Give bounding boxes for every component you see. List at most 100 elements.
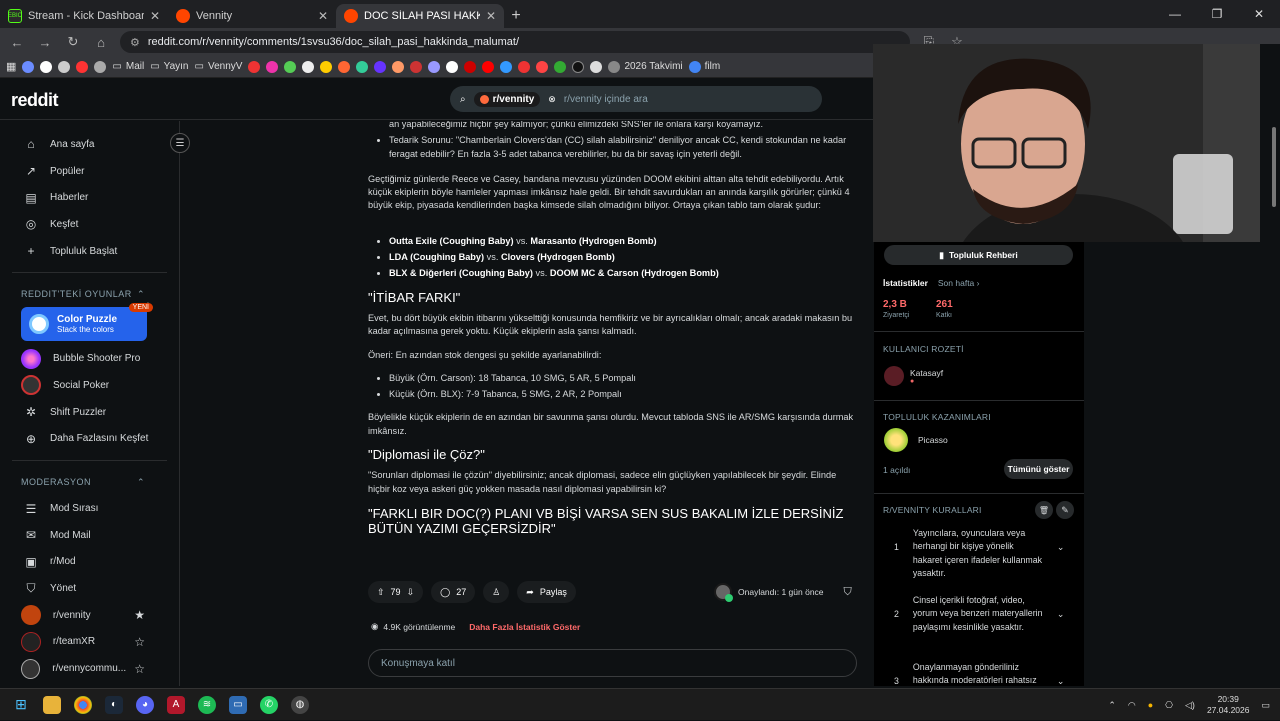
sidebar-item-explore[interactable]: ◎ Keşfet [0, 211, 179, 238]
bookmark-folder-yayin[interactable]: ▭ Yayın [150, 61, 188, 72]
bookmark-icon[interactable] [590, 60, 603, 73]
file-explorer-icon[interactable] [43, 695, 61, 714]
close-icon[interactable]: ✕ [486, 9, 496, 23]
bookmark-icon[interactable] [464, 60, 477, 73]
bookmark-icon[interactable] [40, 60, 53, 73]
star-filled-icon[interactable]: ★ [134, 608, 145, 622]
chevron-up-icon[interactable]: ⌃ [1108, 700, 1116, 711]
bookmark-icon[interactable] [428, 60, 441, 73]
star-outline-icon[interactable]: ☆ [134, 662, 145, 676]
pinterest-icon[interactable] [518, 60, 531, 73]
site-info-icon[interactable]: ⚙ [130, 36, 140, 49]
bookmark-icon[interactable] [94, 60, 107, 73]
tab-vennity[interactable]: Vennity ✕ [168, 4, 336, 28]
whatsapp-icon[interactable]: ✆ [260, 695, 278, 714]
obs-icon[interactable]: ◍ [291, 695, 309, 714]
new-tab-button[interactable]: + [504, 4, 528, 28]
sidebar-item-discover-more[interactable]: ⊕ Daha Fazlasını Keşfet [0, 426, 179, 453]
bookmark-takvim[interactable]: 2026 Takvimi [608, 60, 683, 73]
games-section-header[interactable]: REDDIT'TEKİ OYUNLAR ⌃ [0, 281, 179, 307]
page-scrollbar[interactable] [1270, 122, 1278, 692]
sidebar-item-r-vennycommunity[interactable]: r/vennycommu... ☆ [0, 655, 179, 682]
forward-icon[interactable]: → [36, 35, 54, 50]
color-puzzle-promo[interactable]: Color Puzzle Stack the colors YENİ [21, 303, 153, 342]
network-icon[interactable]: ⎔ [1165, 700, 1173, 711]
microphone-icon[interactable]: ● [1148, 700, 1153, 710]
tab-kick-dashboard[interactable]: EBIC Stream - Kick Dashboard ✕ [0, 4, 168, 28]
edit-icon[interactable]: ✎ [1056, 501, 1074, 519]
sidebar-item-r-teamxr[interactable]: r/teamXR ☆ [0, 629, 179, 656]
x-icon[interactable] [446, 60, 459, 73]
close-window-icon[interactable]: ✕ [1238, 0, 1280, 28]
bookmark-icon[interactable] [536, 60, 549, 73]
tiktok-icon[interactable] [572, 60, 585, 73]
bookmark-icon[interactable] [76, 60, 89, 73]
bookmark-icon[interactable] [374, 60, 387, 73]
home-icon[interactable]: ⌂ [92, 35, 110, 50]
subreddit-chip[interactable]: r/vennity [473, 91, 541, 107]
reddit-logo[interactable]: reddit [11, 90, 59, 111]
bookmark-icon[interactable] [338, 60, 351, 73]
close-icon[interactable]: ✕ [318, 9, 328, 23]
sidebar-item-news[interactable]: ▤ Haberler [0, 184, 179, 211]
bookmark-icon[interactable] [356, 60, 369, 73]
upvote-icon[interactable]: ⇧ [377, 587, 385, 598]
search-input[interactable]: ⌕ r/vennity ⊗ r/vennity içinde ara [450, 86, 822, 112]
bookmark-icon[interactable] [320, 60, 333, 73]
bookmark-icon[interactable] [266, 60, 279, 73]
clock[interactable]: 20:39 27.04.2026 [1207, 694, 1250, 716]
maximize-icon[interactable]: ❐ [1196, 0, 1238, 28]
show-all-button[interactable]: Tümünü göster [1004, 459, 1073, 479]
chrome-icon[interactable] [74, 695, 92, 714]
bookmark-folder-vennyv[interactable]: ▭ VennyV [195, 61, 243, 72]
sidebar-item-home[interactable]: ⌂ Ana sayfa [0, 131, 179, 158]
bookmark-icon[interactable] [410, 60, 423, 73]
scrollbar-thumb[interactable] [1272, 127, 1276, 207]
back-icon[interactable]: ← [8, 35, 26, 50]
clear-chip-icon[interactable]: ⊗ [548, 94, 556, 105]
bookmark-film[interactable]: film [688, 60, 720, 73]
sidebar-item-social-poker[interactable]: Social Poker [0, 372, 179, 399]
close-icon[interactable]: ✕ [150, 9, 160, 23]
app-icon[interactable]: A [167, 695, 185, 714]
windows-start-icon[interactable]: ⊞ [12, 696, 30, 714]
bookmark-icon[interactable] [284, 60, 297, 73]
sidebar-item-start-community[interactable]: + Topluluk Başlat [0, 238, 179, 265]
bookmark-icon[interactable] [392, 60, 405, 73]
sidebar-item-popular[interactable]: ↗ Popüler [0, 158, 179, 185]
achievement-item[interactable]: Picasso [884, 428, 948, 452]
bookmark-icon[interactable] [554, 60, 567, 73]
sidebar-item-bubble-shooter[interactable]: Bubble Shooter Pro [0, 345, 179, 372]
award-button[interactable]: ♙ [483, 581, 510, 603]
app-window-icon[interactable]: ▭ [229, 695, 247, 714]
apps-icon[interactable]: ▦ [6, 60, 16, 73]
spotify-icon[interactable]: ≋ [198, 695, 216, 714]
notifications-icon[interactable]: ▭ [1261, 700, 1270, 711]
share-button[interactable]: ➦ Paylaş [517, 581, 576, 603]
bookmark-icon[interactable] [500, 60, 513, 73]
sidebar-item-shift-puzzler[interactable]: ✲ Shift Puzzler [0, 399, 179, 426]
more-stats-link[interactable]: Daha Fazla İstatistik Göster [469, 622, 580, 632]
headset-icon[interactable]: ◠ [1128, 700, 1136, 711]
sidebar-item-manage[interactable]: ⛉ Yönet [0, 575, 179, 602]
url-field[interactable]: ⚙ reddit.com/r/vennity/comments/1svsu36/… [120, 31, 910, 53]
sidebar-item-r-vennity[interactable]: r/vennity ★ [0, 602, 179, 629]
rule-item[interactable]: 2 Cinsel içerikli fotoğraf, video, yorum … [894, 594, 1074, 634]
rule-item[interactable]: 3 Onaylanmayan gönderiliniz hakkında mode… [894, 661, 1074, 688]
youtube-icon[interactable] [482, 60, 495, 73]
trash-icon[interactable]: 🗑 [1035, 501, 1053, 519]
comment-input[interactable]: Konuşmaya katıl [368, 649, 857, 677]
reload-icon[interactable]: ↻ [64, 34, 82, 50]
star-outline-icon[interactable]: ☆ [134, 635, 145, 649]
downvote-icon[interactable]: ⇩ [407, 587, 415, 598]
sidebar-item-mod-mail[interactable]: ✉ Mod Mail [0, 522, 179, 549]
bookmark-icon[interactable] [248, 60, 261, 73]
sidebar-item-mod-queue[interactable]: ☰ Mod Sırası [0, 495, 179, 522]
steam-icon[interactable]: ◐ [105, 695, 123, 714]
stats-period-dropdown[interactable]: Son hafta › [938, 278, 980, 288]
bookmark-icon[interactable] [302, 60, 315, 73]
bookmark-icon[interactable] [22, 60, 35, 73]
mod-shield-icon[interactable]: ⛉ [844, 586, 852, 599]
bookmark-icon[interactable] [58, 60, 71, 73]
bookmark-folder-mail[interactable]: ▭ Mail [112, 61, 144, 72]
